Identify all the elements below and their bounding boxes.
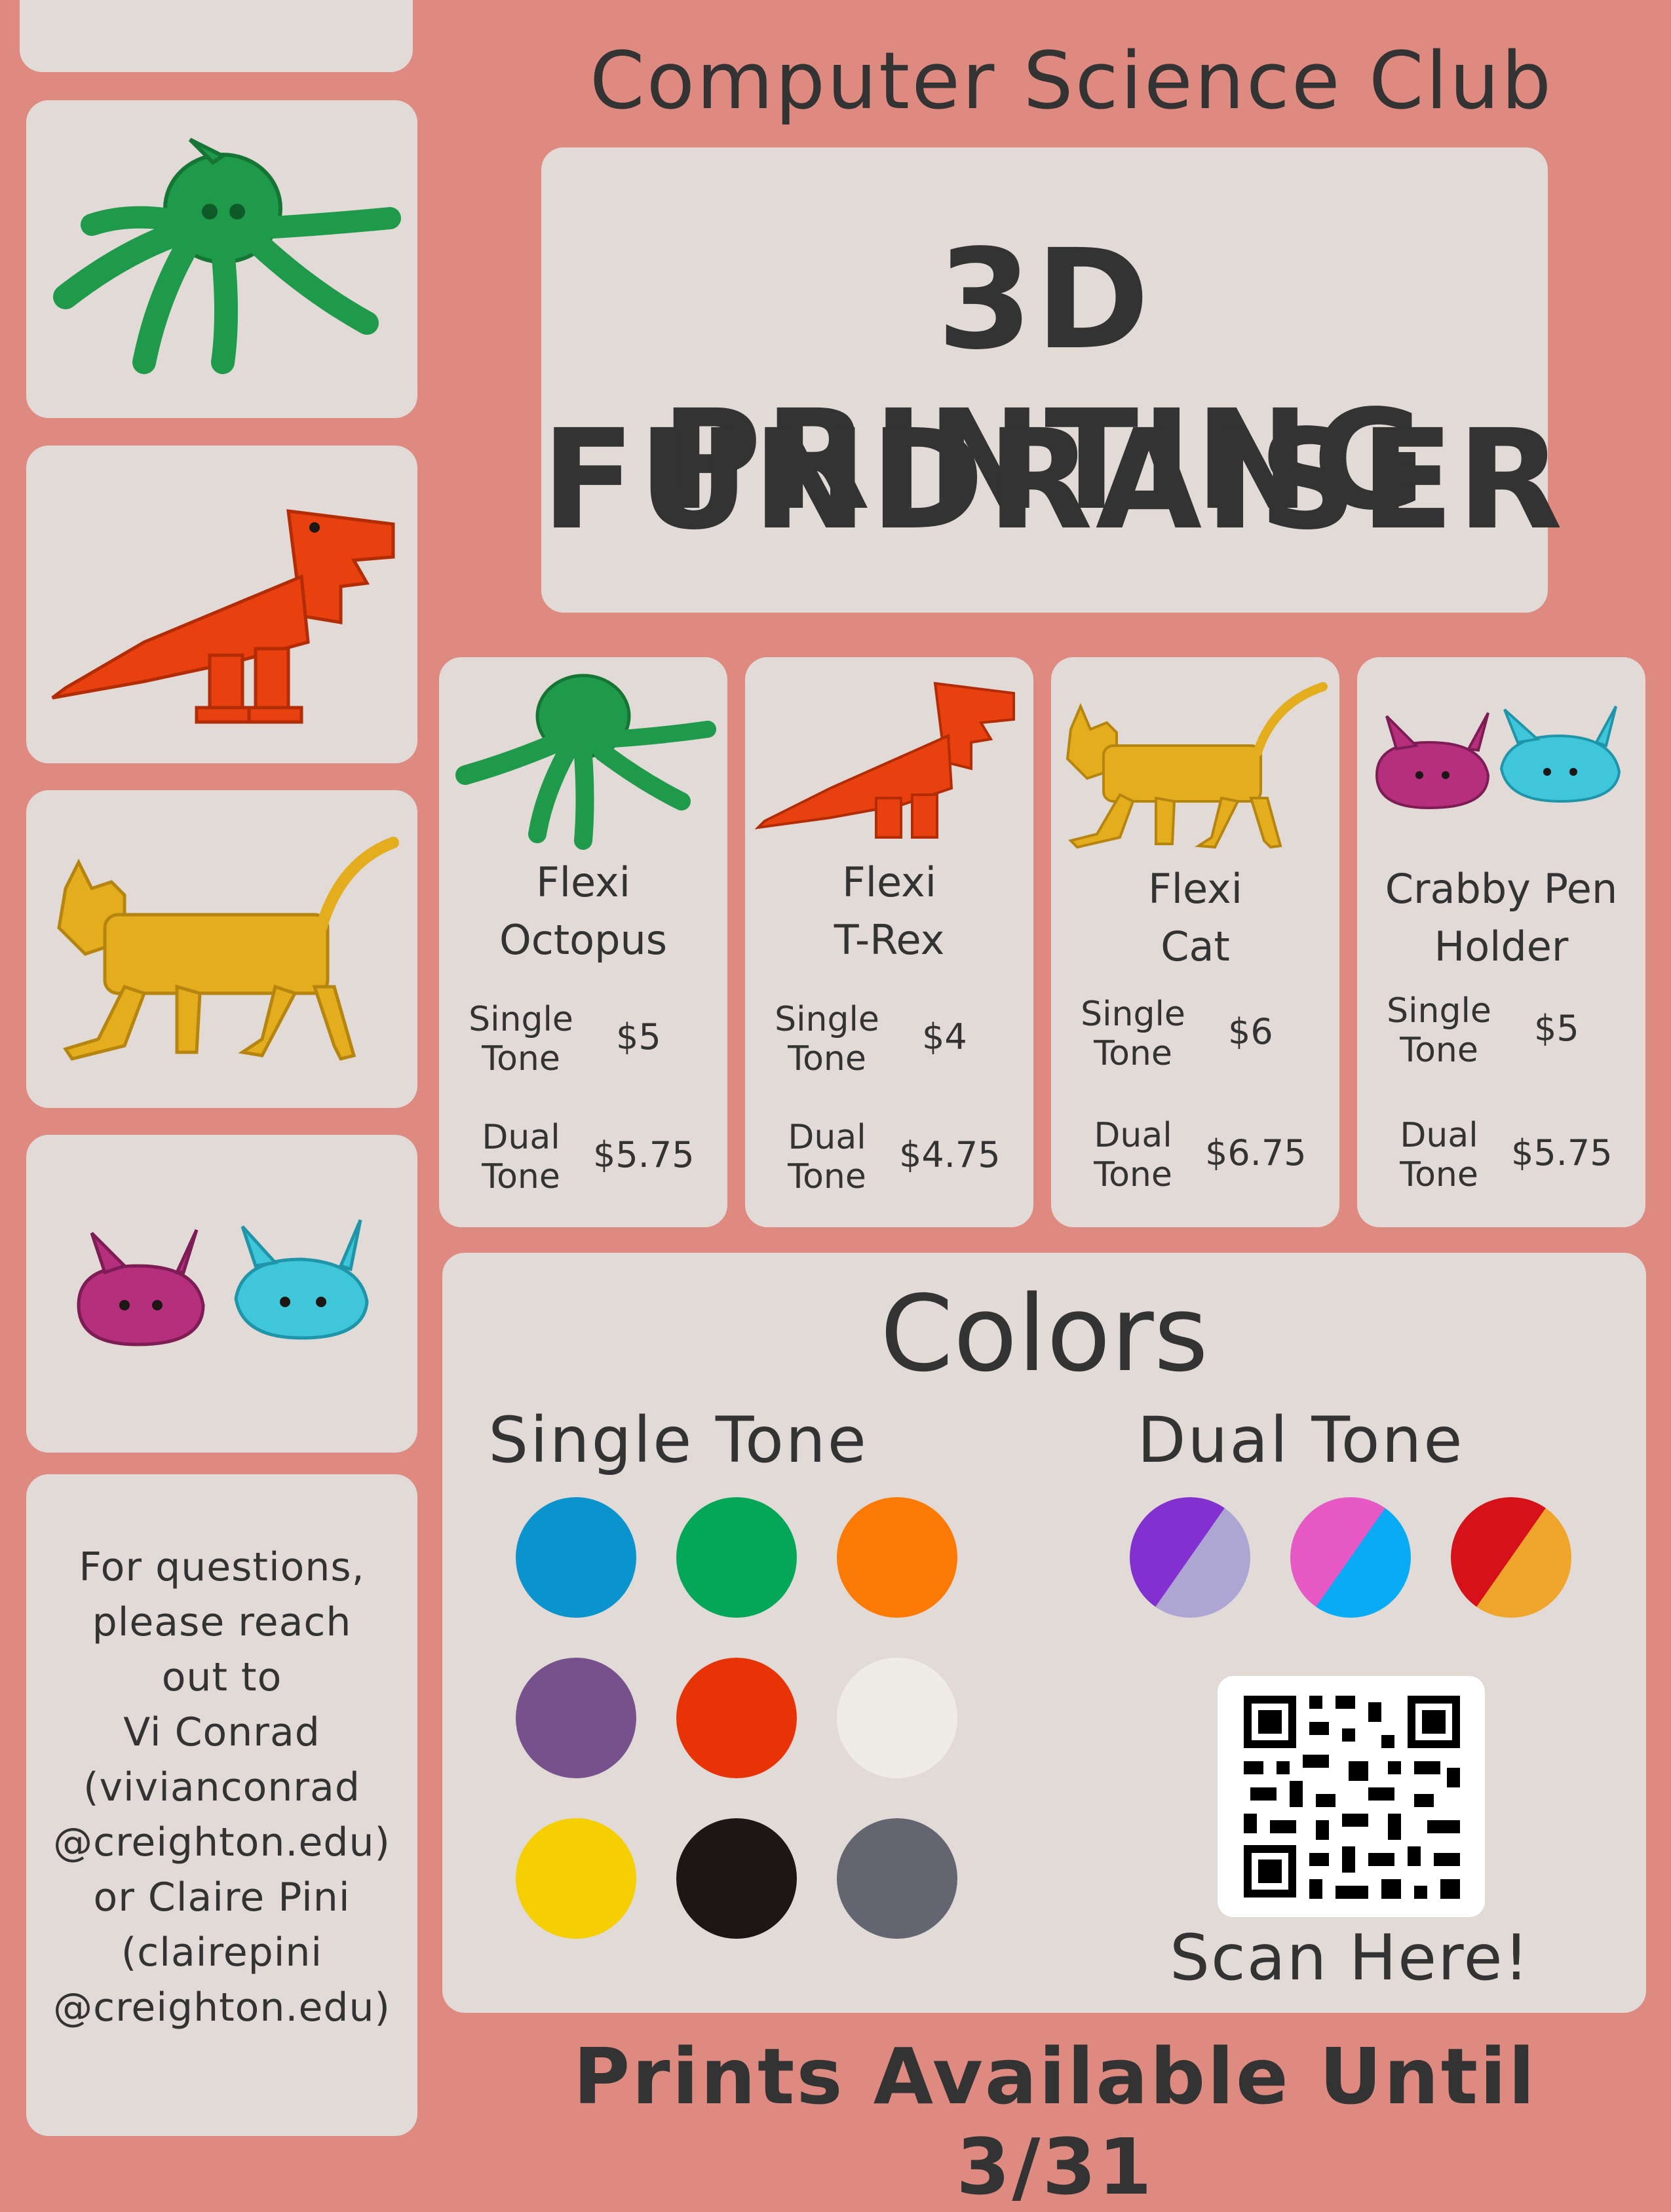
- single-swatch-blue: [516, 1497, 636, 1618]
- price-label-line: Dual: [788, 1118, 866, 1157]
- single-tone-price: $5: [616, 1016, 661, 1058]
- octopus-icon: [53, 138, 401, 374]
- single-tone-label: Single Tone: [455, 1000, 586, 1078]
- dual-tone-label: Dual Tone: [761, 1118, 893, 1196]
- dual-tone-price: $4.75: [899, 1134, 1001, 1175]
- contact-email: @creighton.edu): [53, 1985, 391, 2031]
- octopus-picture-card: [26, 100, 417, 418]
- crab-icon: [1375, 706, 1621, 810]
- dual-swatch-pink-blue: [1290, 1497, 1411, 1618]
- single-tone-price: $6: [1228, 1011, 1273, 1052]
- dual-swatch-purple-lavender: [1130, 1497, 1250, 1618]
- product-card-crab: Crabby Pen Holder Single Tone $5 Dual To…: [1357, 657, 1645, 1227]
- price-label-line: Single: [1081, 995, 1185, 1034]
- product-name-line: Flexi: [1148, 865, 1242, 913]
- single-swatch-yellow: [516, 1818, 636, 1939]
- contact-line: please reach: [92, 1599, 352, 1645]
- product-name-line: Crabby Pen: [1385, 865, 1618, 913]
- dual-tone-price: $6.75: [1205, 1132, 1307, 1173]
- product-name-line: Flexi: [536, 858, 630, 906]
- price-label-line: Tone: [1400, 1031, 1478, 1070]
- single-swatch-black: [676, 1818, 797, 1939]
- product-name-line: Flexi: [842, 858, 936, 906]
- dual-swatch-red-gold: [1451, 1497, 1571, 1618]
- price-label-line: Tone: [788, 1157, 866, 1196]
- octopus-icon: [455, 674, 716, 850]
- contact-line: For questions,: [79, 1544, 365, 1590]
- dual-tone-label: Dual Tone: [1373, 1116, 1505, 1194]
- price-label-line: Tone: [1094, 1034, 1172, 1073]
- single-swatch-orange: [837, 1497, 957, 1618]
- price-label-line: Tone: [482, 1039, 560, 1078]
- dual-tone-price: $5.75: [593, 1134, 695, 1175]
- dual-tone-price: $5.75: [1511, 1132, 1613, 1173]
- price-label-line: Single: [469, 1000, 573, 1039]
- product-name: Flexi T-Rex: [745, 854, 1033, 969]
- cat-icon: [57, 837, 399, 1061]
- footer-availability: Prints Available Until 3/31: [573, 2031, 1537, 2212]
- title-card: 3D PRINTING FUNDRAISER: [541, 147, 1565, 613]
- price-label-line: Tone: [482, 1157, 560, 1196]
- price-label-line: Dual: [1400, 1116, 1478, 1155]
- contact-line: out to: [161, 1654, 282, 1700]
- contact-email: (vivianconrad: [83, 1764, 360, 1810]
- colors-card: Colors Single Tone Dual Tone Scan Here!: [442, 1253, 1646, 2013]
- product-name-line: T-Rex: [834, 916, 945, 964]
- dual-tone-title: Dual Tone: [1137, 1403, 1465, 1477]
- title-line-2: FUNDRAISER: [541, 400, 1565, 560]
- price-label-line: Single: [775, 1000, 879, 1039]
- price-label-line: Tone: [788, 1039, 866, 1078]
- contact-card: For questions, please reach out to Vi Co…: [26, 1474, 417, 2136]
- qr-code[interactable]: [1218, 1676, 1485, 1917]
- top-partial-card: [20, 0, 413, 72]
- product-name: Crabby Pen Holder: [1357, 860, 1645, 976]
- contact-text: For questions, please reach out to Vi Co…: [26, 1540, 417, 2035]
- single-tone-label: Single Tone: [761, 1000, 893, 1078]
- crab-icon: [77, 1219, 369, 1346]
- single-tone-label: Single Tone: [1067, 995, 1199, 1073]
- single-tone-label: Single Tone: [1373, 991, 1505, 1070]
- single-swatch-red: [676, 1658, 797, 1778]
- product-card-trex: Flexi T-Rex Single Tone $4 Dual Tone $4.…: [745, 657, 1033, 1227]
- trex-icon: [51, 509, 395, 724]
- single-tone-price: $4: [922, 1016, 967, 1058]
- contact-email: @creighton.edu): [53, 1820, 391, 1865]
- cat-icon: [1066, 682, 1328, 849]
- product-card-octopus: Flexi Octopus Single Tone $5 Dual Tone $…: [439, 657, 727, 1227]
- product-name-line: Cat: [1161, 923, 1230, 970]
- cat-picture-card: [26, 790, 417, 1108]
- price-label-line: Dual: [482, 1118, 560, 1157]
- trex-picture-card: [26, 446, 417, 763]
- single-swatch-gray: [837, 1818, 957, 1939]
- product-name: Flexi Octopus: [439, 854, 727, 969]
- colors-title: Colors: [879, 1272, 1209, 1395]
- product-card-cat: Flexi Cat Single Tone $6 Dual Tone $6.75: [1051, 657, 1339, 1227]
- trex-icon: [754, 681, 1015, 839]
- single-swatch-white: [837, 1658, 957, 1778]
- crab-picture-card: [26, 1135, 417, 1453]
- contact-name: Vi Conrad: [123, 1709, 320, 1755]
- scan-here-label: Scan Here!: [1170, 1921, 1531, 1994]
- single-swatch-green: [676, 1497, 797, 1618]
- product-name-line: Octopus: [499, 916, 668, 964]
- club-name: Computer Science Club: [589, 36, 1554, 127]
- qr-code-icon: [1244, 1696, 1460, 1899]
- dual-tone-label: Dual Tone: [455, 1118, 586, 1196]
- dual-tone-label: Dual Tone: [1067, 1116, 1199, 1194]
- product-name: Flexi Cat: [1051, 860, 1339, 976]
- price-label-line: Tone: [1400, 1155, 1478, 1194]
- price-label-line: Single: [1387, 991, 1491, 1031]
- price-label-line: Tone: [1094, 1155, 1172, 1194]
- product-name-line: Holder: [1434, 923, 1569, 970]
- single-tone-price: $5: [1534, 1008, 1579, 1049]
- price-label-line: Dual: [1094, 1116, 1172, 1155]
- contact-email: (clairepini: [121, 1930, 323, 1975]
- single-tone-title: Single Tone: [488, 1403, 868, 1477]
- contact-name: or Claire Pini: [93, 1875, 351, 1920]
- single-swatch-purple: [516, 1658, 636, 1778]
